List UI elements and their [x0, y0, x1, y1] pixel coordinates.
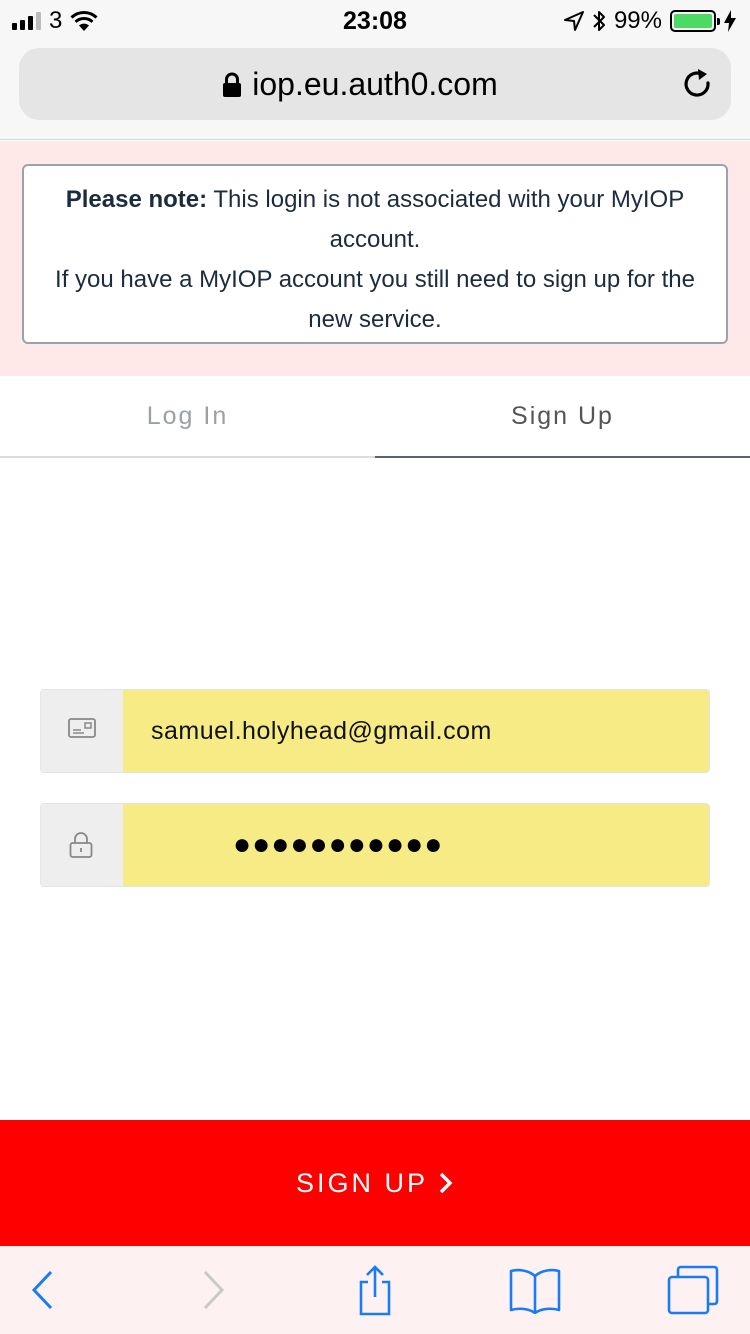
notice-line-2: If you have a MyIOP account you still ne…: [55, 266, 695, 333]
share-icon: [359, 1265, 391, 1316]
url-text: iop.eu.auth0.com: [252, 66, 498, 102]
email-icon: [68, 718, 96, 738]
status-right: 99%: [563, 7, 736, 35]
notice-line-1: This login is not associated with your M…: [213, 186, 685, 253]
lock-icon: [69, 832, 93, 858]
login-notice-box: Please note: This login is not associate…: [22, 164, 728, 344]
sign-up-button[interactable]: SIGN UP: [0, 1120, 750, 1246]
auth-tabs: Log In Sign Up: [0, 376, 750, 458]
bookmarks-icon: [509, 1268, 561, 1314]
battery-icon: [670, 10, 720, 32]
tab-log-in[interactable]: Log In: [0, 376, 375, 458]
charging-bolt-icon: [724, 10, 736, 32]
battery-percent: 99%: [613, 7, 662, 34]
notice-bold-prefix: Please note:: [65, 186, 208, 213]
reload-icon[interactable]: [679, 66, 715, 102]
address-bar[interactable]: iop.eu.auth0.com: [19, 48, 731, 120]
battery-fill: [674, 14, 712, 28]
location-arrow-icon: [563, 11, 584, 31]
password-input-row: ●●●●●●●●●●●: [40, 803, 710, 887]
password-masked-value: ●●●●●●●●●●●: [233, 828, 444, 861]
tab-sign-up[interactable]: Sign Up: [375, 376, 750, 458]
share-button[interactable]: [350, 1264, 400, 1316]
bookmarks-button[interactable]: [508, 1264, 562, 1316]
password-field[interactable]: ●●●●●●●●●●●: [123, 804, 709, 886]
browser-address-area: iop.eu.auth0.com: [0, 40, 750, 140]
chevron-right-icon: [439, 1172, 453, 1194]
tabs-button[interactable]: [666, 1264, 720, 1316]
notice-section: Please note: This login is not associate…: [0, 141, 750, 376]
email-field[interactable]: [123, 690, 709, 772]
sign-up-button-label: SIGN UP: [295, 1167, 429, 1198]
status-bar: 3 23:08 99%: [0, 0, 750, 40]
forward-button[interactable]: [188, 1264, 238, 1316]
tabs-icon: [667, 1265, 719, 1315]
browser-toolbar: [0, 1246, 750, 1334]
back-button[interactable]: [18, 1264, 68, 1316]
email-input-row: [40, 689, 710, 773]
forward-icon: [203, 1270, 225, 1310]
back-icon: [31, 1270, 53, 1310]
bluetooth-icon: [593, 11, 605, 31]
password-icon-cell: [41, 804, 123, 886]
email-icon-cell: [41, 690, 123, 772]
